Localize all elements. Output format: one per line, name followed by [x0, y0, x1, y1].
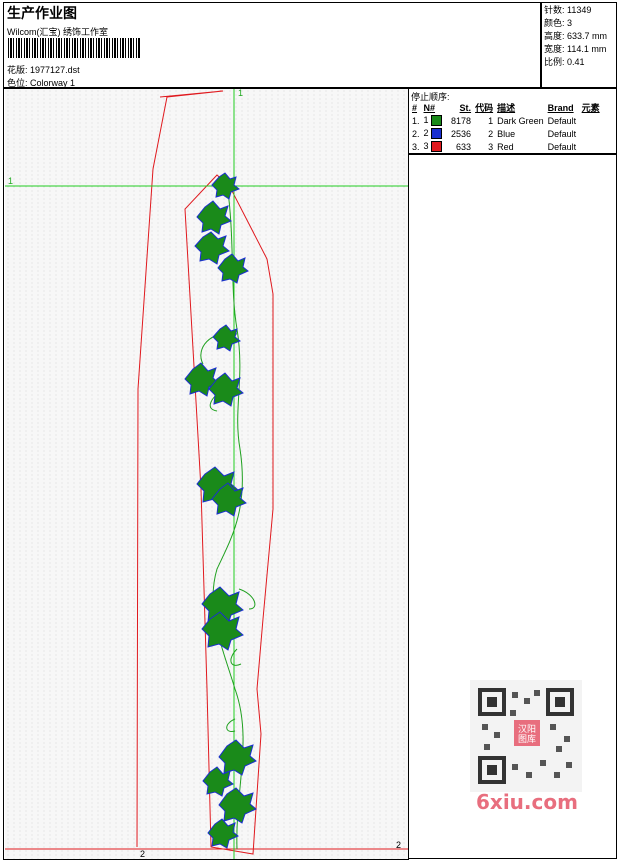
vine-tendril	[238, 588, 256, 610]
barcode	[8, 38, 140, 58]
color-table-header: # N# St. 代码 描述 Brand 元素	[410, 101, 602, 114]
company-name: Wilcom(汇宝) 绣饰工作室	[7, 27, 108, 37]
page-title: 生产作业图	[7, 6, 77, 22]
design-file: 花版: 1977127.dst	[7, 63, 80, 76]
embroidery-preview	[5, 89, 408, 859]
bottom-label-left: 2	[140, 849, 146, 859]
col-code: 代码	[475, 103, 494, 113]
table-row: 2. 2 2536 2 Blue Default	[412, 127, 577, 140]
stat-colors: 颜色: 3	[544, 18, 573, 28]
color-table: # N# St. 代码 描述 Brand 元素 1. 1 8178 1 Dark…	[410, 101, 602, 153]
col-element: 元素	[581, 103, 600, 113]
bottom-label-right: 2	[396, 840, 402, 850]
stat-height: 高度: 633.7 mm	[544, 31, 608, 41]
colorway-label: 色位:	[7, 78, 28, 88]
vine-tendril	[230, 648, 242, 666]
stats-list: 针数: 11349 颜色: 3 高度: 633.7 mm 宽度: 114.1 m…	[544, 4, 607, 69]
guide-label-left: 1	[8, 176, 14, 186]
table-row: 1. 1 8178 1 Dark Green Default	[412, 114, 577, 127]
colorway-value: Colorway 1	[30, 78, 76, 88]
stat-stitches: 针数: 11349	[544, 5, 592, 15]
color-swatch	[431, 115, 443, 127]
col-hash: #	[412, 102, 418, 113]
design-file-label: 花版:	[7, 65, 28, 75]
guide-label-top: 1	[238, 88, 244, 98]
col-st: St.	[459, 102, 472, 113]
table-row: 3. 3 633 3 Red Default	[412, 140, 577, 153]
ivy-leaves	[184, 172, 257, 849]
col-brand: Brand	[547, 102, 574, 113]
col-desc: 描述	[497, 103, 516, 113]
design-canvas	[5, 89, 408, 859]
design-file-value: 1977127.dst	[30, 65, 80, 75]
stat-width: 宽度: 114.1 mm	[544, 44, 607, 54]
watermark-text: 6xiu.com	[476, 790, 578, 814]
color-swatch	[431, 128, 443, 140]
color-swatch	[431, 141, 443, 153]
stat-scale: 比例: 0.41	[544, 57, 585, 67]
col-n: N#	[423, 102, 436, 113]
qr-code: 汉阳图库	[470, 680, 582, 792]
qr-center-text: 汉阳图库	[517, 724, 536, 744]
